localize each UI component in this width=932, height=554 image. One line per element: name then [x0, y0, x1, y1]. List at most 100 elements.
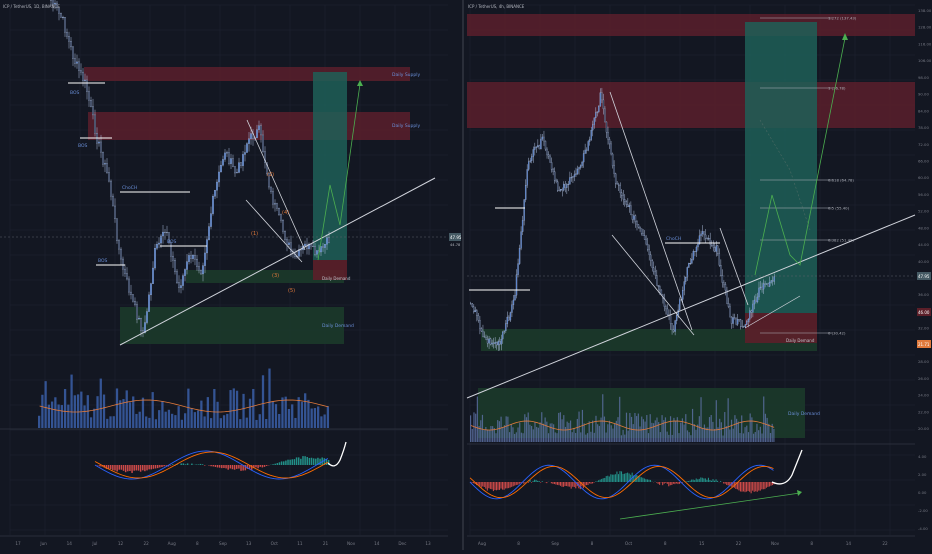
candle-body: [284, 231, 285, 239]
candle-body: [258, 126, 259, 130]
volume-bar: [716, 400, 717, 442]
candle-body: [607, 132, 608, 139]
candle-body: [550, 156, 551, 162]
candle-body: [604, 109, 605, 122]
macd-hist-bar: [136, 465, 137, 470]
bos-label-3: BOS: [98, 258, 108, 264]
candle-body: [667, 309, 668, 315]
candle-body: [641, 229, 642, 234]
volume-bar: [695, 430, 696, 442]
candle-body: [676, 315, 677, 321]
volume-bar: [190, 408, 192, 428]
macd-hist-bar: [153, 465, 154, 469]
candle-body: [630, 206, 631, 215]
volume-bar: [638, 414, 639, 442]
volume-bar: [51, 402, 53, 428]
volume-bar: [612, 429, 613, 442]
candle-body: [620, 185, 621, 192]
candle-body: [220, 165, 221, 172]
macd-hist-bar: [598, 480, 599, 482]
volume-bar: [636, 416, 637, 442]
candle-body: [758, 288, 759, 297]
volume-bar: [203, 416, 205, 428]
chart-canvas[interactable]: Daily Supply Daily Supply Daily Demand D…: [0, 0, 932, 550]
candle-body: [572, 176, 573, 177]
candle-body: [693, 251, 694, 259]
macd-hist-bar: [140, 465, 141, 472]
price-scale-label: 116.00: [918, 41, 932, 46]
candle-body: [276, 204, 277, 209]
candle-body: [684, 282, 685, 291]
volume-bar: [533, 429, 534, 442]
volume-bar: [135, 414, 137, 428]
candle-body: [748, 319, 749, 322]
macd-hist-bar: [511, 482, 512, 487]
daily-demand-label: Daily Demand: [322, 323, 354, 329]
macd-hist-bar: [702, 478, 703, 482]
volume-bar: [281, 397, 283, 428]
candle-body: [725, 284, 726, 290]
macd-hist-bar: [170, 465, 171, 466]
candle-body: [328, 238, 329, 243]
macd-hist-bar: [618, 474, 619, 482]
volume-bar: [223, 415, 225, 428]
volume-bar: [712, 422, 713, 442]
volume-bar: [541, 412, 542, 442]
volume-bar: [239, 419, 241, 428]
candle-body: [556, 180, 557, 182]
macd-hist-bar: [751, 482, 752, 493]
volume-bar: [758, 430, 759, 442]
volume-bar: [660, 432, 661, 442]
demand-zone-label: Daily Demand: [786, 338, 815, 343]
x-tick-label: Oct: [625, 541, 633, 546]
macd-hist-bar: [607, 476, 608, 482]
volume-bar: [523, 433, 524, 442]
macd-hist-bar: [555, 482, 556, 485]
candle-body: [652, 261, 653, 268]
volume-bar: [755, 432, 756, 442]
volume-bar: [668, 435, 669, 442]
volume-bar: [648, 433, 649, 442]
candle-body: [232, 159, 233, 167]
volume-bar: [100, 379, 102, 428]
volume-bar: [595, 416, 596, 442]
candle-body: [760, 287, 761, 288]
candle-body: [214, 190, 215, 196]
volume-bar: [504, 425, 505, 442]
bos-label-1: BOS: [70, 90, 80, 96]
candle-body: [513, 300, 514, 305]
macd-hist-bar: [264, 465, 265, 467]
candle-body: [704, 231, 705, 235]
macd-hist-bar: [717, 481, 718, 482]
macd-hist-bar: [221, 465, 222, 468]
macd-hist-bar: [309, 458, 310, 465]
candle-body: [635, 216, 636, 222]
fib-level-label: 0 (30.42): [828, 331, 846, 336]
candle-body: [614, 166, 615, 174]
volume-bar: [746, 426, 747, 442]
macd-hist-bar: [540, 482, 541, 483]
volume-bar: [484, 430, 485, 442]
wave-3-label: (3): [272, 273, 279, 279]
macd-hist-bar: [504, 482, 505, 490]
macd-hist-bar: [745, 482, 746, 492]
macd-hist-bar: [589, 482, 590, 483]
candle-body: [653, 268, 654, 272]
macd-hist-bar: [566, 482, 567, 486]
macd-hist-bar: [172, 464, 173, 465]
volume-bar: [599, 426, 600, 442]
candle-body: [606, 122, 607, 132]
volume-bar: [765, 414, 766, 442]
volume-bar: [722, 436, 723, 442]
candle-body: [601, 93, 602, 100]
price-scale-label: 98.00: [918, 75, 929, 80]
volume-bar: [233, 388, 235, 428]
fib-level-label: 0.618 (64.78): [828, 178, 854, 183]
candle-body: [746, 322, 747, 325]
volume-bar: [197, 410, 199, 428]
candle-body: [495, 342, 496, 343]
macd-hist-bar: [539, 481, 540, 482]
macd-hist-bar: [725, 482, 726, 484]
macd-hist-bar: [490, 482, 491, 489]
price-scale-label: 90.00: [918, 92, 929, 97]
